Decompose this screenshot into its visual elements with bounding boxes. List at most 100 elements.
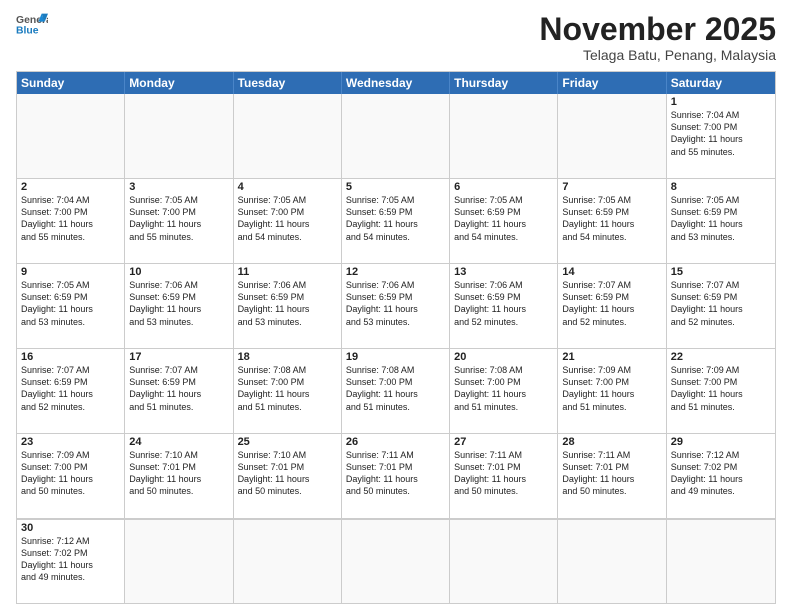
calendar-cell: 29Sunrise: 7:12 AM Sunset: 7:02 PM Dayli… (667, 434, 775, 518)
day-number: 14 (562, 266, 661, 278)
day-number: 1 (671, 96, 771, 108)
generalblue-icon: General Blue (16, 12, 48, 36)
header: General Blue November 2025 Telaga Batu, … (16, 12, 776, 63)
day-info: Sunrise: 7:04 AM Sunset: 7:00 PM Dayligh… (21, 194, 120, 243)
day-info: Sunrise: 7:06 AM Sunset: 6:59 PM Dayligh… (454, 279, 553, 328)
day-info: Sunrise: 7:12 AM Sunset: 7:02 PM Dayligh… (21, 535, 120, 584)
calendar-cell: 21Sunrise: 7:09 AM Sunset: 7:00 PM Dayli… (558, 349, 666, 433)
calendar-cell: 20Sunrise: 7:08 AM Sunset: 7:00 PM Dayli… (450, 349, 558, 433)
calendar-cell (667, 519, 775, 603)
calendar-cell: 23Sunrise: 7:09 AM Sunset: 7:00 PM Dayli… (17, 434, 125, 518)
day-info: Sunrise: 7:07 AM Sunset: 6:59 PM Dayligh… (129, 364, 228, 413)
day-number: 13 (454, 266, 553, 278)
svg-text:Blue: Blue (16, 26, 39, 36)
calendar-cell: 28Sunrise: 7:11 AM Sunset: 7:01 PM Dayli… (558, 434, 666, 518)
day-info: Sunrise: 7:07 AM Sunset: 6:59 PM Dayligh… (562, 279, 661, 328)
day-info: Sunrise: 7:08 AM Sunset: 7:00 PM Dayligh… (346, 364, 445, 413)
calendar-cell: 24Sunrise: 7:10 AM Sunset: 7:01 PM Dayli… (125, 434, 233, 518)
calendar-cell: 26Sunrise: 7:11 AM Sunset: 7:01 PM Dayli… (342, 434, 450, 518)
day-number: 24 (129, 436, 228, 448)
day-info: Sunrise: 7:11 AM Sunset: 7:01 PM Dayligh… (562, 449, 661, 498)
day-number: 25 (238, 436, 337, 448)
day-info: Sunrise: 7:09 AM Sunset: 7:00 PM Dayligh… (671, 364, 771, 413)
day-number: 20 (454, 351, 553, 363)
calendar-cell: 2Sunrise: 7:04 AM Sunset: 7:00 PM Daylig… (17, 179, 125, 263)
day-number: 2 (21, 181, 120, 193)
day-info: Sunrise: 7:05 AM Sunset: 6:59 PM Dayligh… (671, 194, 771, 243)
calendar-cell: 22Sunrise: 7:09 AM Sunset: 7:00 PM Dayli… (667, 349, 775, 433)
day-info: Sunrise: 7:04 AM Sunset: 7:00 PM Dayligh… (671, 109, 771, 158)
day-number: 12 (346, 266, 445, 278)
calendar-cell: 5Sunrise: 7:05 AM Sunset: 6:59 PM Daylig… (342, 179, 450, 263)
calendar-cell: 7Sunrise: 7:05 AM Sunset: 6:59 PM Daylig… (558, 179, 666, 263)
day-info: Sunrise: 7:07 AM Sunset: 6:59 PM Dayligh… (21, 364, 120, 413)
calendar-cell: 6Sunrise: 7:05 AM Sunset: 6:59 PM Daylig… (450, 179, 558, 263)
calendar-cell (17, 94, 125, 178)
day-info: Sunrise: 7:05 AM Sunset: 7:00 PM Dayligh… (238, 194, 337, 243)
calendar-cell: 25Sunrise: 7:10 AM Sunset: 7:01 PM Dayli… (234, 434, 342, 518)
calendar-cell: 9Sunrise: 7:05 AM Sunset: 6:59 PM Daylig… (17, 264, 125, 348)
weekday-header: Monday (125, 72, 233, 94)
day-info: Sunrise: 7:07 AM Sunset: 6:59 PM Dayligh… (671, 279, 771, 328)
day-number: 29 (671, 436, 771, 448)
day-info: Sunrise: 7:10 AM Sunset: 7:01 PM Dayligh… (129, 449, 228, 498)
day-info: Sunrise: 7:05 AM Sunset: 6:59 PM Dayligh… (562, 194, 661, 243)
day-number: 19 (346, 351, 445, 363)
calendar-header: SundayMondayTuesdayWednesdayThursdayFrid… (17, 72, 775, 94)
day-number: 21 (562, 351, 661, 363)
day-info: Sunrise: 7:08 AM Sunset: 7:00 PM Dayligh… (238, 364, 337, 413)
day-number: 22 (671, 351, 771, 363)
day-info: Sunrise: 7:10 AM Sunset: 7:01 PM Dayligh… (238, 449, 337, 498)
day-number: 15 (671, 266, 771, 278)
location: Telaga Batu, Penang, Malaysia (539, 47, 776, 63)
day-info: Sunrise: 7:06 AM Sunset: 6:59 PM Dayligh… (238, 279, 337, 328)
calendar-cell (234, 519, 342, 603)
day-info: Sunrise: 7:12 AM Sunset: 7:02 PM Dayligh… (671, 449, 771, 498)
calendar-cell: 18Sunrise: 7:08 AM Sunset: 7:00 PM Dayli… (234, 349, 342, 433)
calendar-cell (450, 519, 558, 603)
day-info: Sunrise: 7:06 AM Sunset: 6:59 PM Dayligh… (129, 279, 228, 328)
calendar-cell (342, 94, 450, 178)
calendar-cell: 4Sunrise: 7:05 AM Sunset: 7:00 PM Daylig… (234, 179, 342, 263)
day-number: 23 (21, 436, 120, 448)
calendar-row: 9Sunrise: 7:05 AM Sunset: 6:59 PM Daylig… (17, 263, 775, 348)
day-number: 30 (21, 522, 120, 534)
day-number: 9 (21, 266, 120, 278)
day-number: 10 (129, 266, 228, 278)
calendar-body: 1Sunrise: 7:04 AM Sunset: 7:00 PM Daylig… (17, 94, 775, 603)
month-title: November 2025 (539, 12, 776, 47)
weekday-header: Tuesday (234, 72, 342, 94)
day-info: Sunrise: 7:06 AM Sunset: 6:59 PM Dayligh… (346, 279, 445, 328)
calendar-cell (125, 519, 233, 603)
logo: General Blue (16, 12, 48, 36)
day-number: 16 (21, 351, 120, 363)
weekday-header: Friday (558, 72, 666, 94)
day-number: 3 (129, 181, 228, 193)
day-number: 11 (238, 266, 337, 278)
calendar-cell: 27Sunrise: 7:11 AM Sunset: 7:01 PM Dayli… (450, 434, 558, 518)
calendar-cell: 19Sunrise: 7:08 AM Sunset: 7:00 PM Dayli… (342, 349, 450, 433)
calendar-cell (558, 94, 666, 178)
calendar-cell: 14Sunrise: 7:07 AM Sunset: 6:59 PM Dayli… (558, 264, 666, 348)
day-info: Sunrise: 7:05 AM Sunset: 6:59 PM Dayligh… (21, 279, 120, 328)
day-number: 18 (238, 351, 337, 363)
calendar-row: 2Sunrise: 7:04 AM Sunset: 7:00 PM Daylig… (17, 178, 775, 263)
calendar-cell: 3Sunrise: 7:05 AM Sunset: 7:00 PM Daylig… (125, 179, 233, 263)
day-number: 8 (671, 181, 771, 193)
weekday-header: Saturday (667, 72, 775, 94)
calendar-cell: 10Sunrise: 7:06 AM Sunset: 6:59 PM Dayli… (125, 264, 233, 348)
calendar-cell: 12Sunrise: 7:06 AM Sunset: 6:59 PM Dayli… (342, 264, 450, 348)
day-info: Sunrise: 7:09 AM Sunset: 7:00 PM Dayligh… (562, 364, 661, 413)
calendar-cell: 11Sunrise: 7:06 AM Sunset: 6:59 PM Dayli… (234, 264, 342, 348)
calendar-row: 30Sunrise: 7:12 AM Sunset: 7:02 PM Dayli… (17, 518, 775, 603)
day-number: 6 (454, 181, 553, 193)
weekday-header: Thursday (450, 72, 558, 94)
calendar-cell (342, 519, 450, 603)
day-number: 4 (238, 181, 337, 193)
day-number: 27 (454, 436, 553, 448)
calendar-cell (125, 94, 233, 178)
day-number: 26 (346, 436, 445, 448)
calendar: SundayMondayTuesdayWednesdayThursdayFrid… (16, 71, 776, 604)
calendar-cell: 8Sunrise: 7:05 AM Sunset: 6:59 PM Daylig… (667, 179, 775, 263)
calendar-cell: 13Sunrise: 7:06 AM Sunset: 6:59 PM Dayli… (450, 264, 558, 348)
